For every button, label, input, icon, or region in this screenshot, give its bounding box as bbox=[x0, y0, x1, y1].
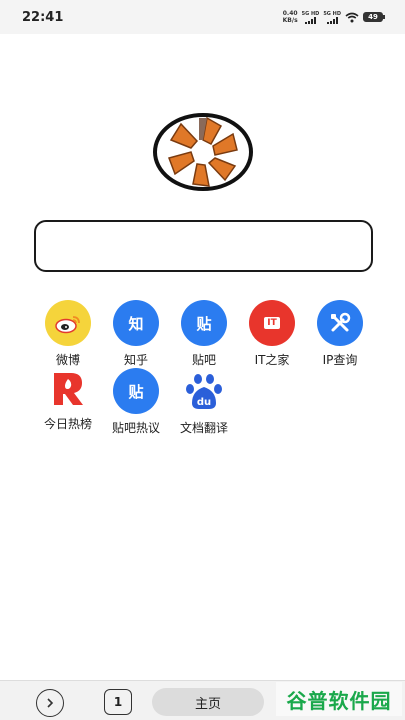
sim1-signal-icon: 5G HD bbox=[302, 11, 319, 24]
baidu-translate-icon: du bbox=[181, 368, 227, 414]
network-speed: 0.40 KB/s bbox=[283, 10, 298, 24]
shortcut-zhihu[interactable]: 知 知乎 bbox=[102, 300, 170, 368]
tabs-button[interactable]: 1 bbox=[104, 689, 132, 715]
shortcut-tieba-hot[interactable]: 贴 贴吧热议 bbox=[102, 368, 170, 436]
shortcut-label: 知乎 bbox=[123, 353, 148, 367]
app-logo bbox=[153, 113, 253, 191]
forward-button[interactable] bbox=[36, 689, 64, 717]
baidu-glyph: du bbox=[197, 397, 211, 408]
shortcut-ip-query[interactable]: IP查询 bbox=[306, 300, 374, 368]
status-icons: 0.40 KB/s 5G HD 5G HD 49 bbox=[283, 10, 385, 24]
shortcut-row: 今日热榜 贴 贴吧热议 du 文档翻译 bbox=[34, 368, 374, 436]
tieba-hot-icon: 贴 bbox=[113, 368, 159, 414]
shortcut-ithome[interactable]: IT IT之家 bbox=[238, 300, 306, 368]
shortcut-label: IT之家 bbox=[254, 353, 290, 367]
zhihu-icon: 知 bbox=[113, 300, 159, 346]
network-speed-unit: KB/s bbox=[282, 17, 298, 24]
weibo-icon bbox=[45, 300, 91, 346]
shortcut-row: 微博 知 知乎 贴 贴吧 IT IT之家 IP查询 bbox=[34, 300, 374, 368]
shortcut-hot-list[interactable]: 今日热榜 bbox=[34, 368, 102, 436]
status-bar: 22:41 0.40 KB/s 5G HD 5G HD 49 bbox=[0, 0, 405, 34]
chevron-right-icon bbox=[47, 698, 54, 708]
shortcut-label: 微博 bbox=[55, 353, 80, 367]
wifi-icon bbox=[345, 12, 359, 22]
network-speed-value: 0.40 bbox=[282, 10, 298, 17]
shortcut-doc-translate[interactable]: du 文档翻译 bbox=[170, 368, 238, 436]
status-time: 22:41 bbox=[22, 9, 64, 25]
shortcut-tieba[interactable]: 贴 贴吧 bbox=[170, 300, 238, 368]
shortcut-weibo[interactable]: 微博 bbox=[34, 300, 102, 368]
shortcut-label: 贴吧热议 bbox=[111, 421, 160, 435]
tieba-icon: 贴 bbox=[181, 300, 227, 346]
shortcut-grid: 微博 知 知乎 贴 贴吧 IT IT之家 IP查询 今日热榜 贴 贴吧热议 du… bbox=[34, 300, 374, 436]
shortcut-label: 贴吧 bbox=[191, 353, 216, 367]
sim2-signal-icon: 5G HD bbox=[323, 11, 341, 24]
ip-tools-icon bbox=[317, 300, 363, 346]
hot-list-icon bbox=[47, 368, 89, 410]
search-input[interactable] bbox=[34, 220, 373, 272]
ithome-glyph: IT bbox=[264, 317, 280, 329]
home-button[interactable]: 主页 bbox=[152, 688, 264, 716]
ithome-icon: IT bbox=[249, 300, 295, 346]
shortcut-label: 今日热榜 bbox=[43, 417, 92, 431]
shortcut-label: 文档翻译 bbox=[179, 421, 228, 435]
battery-icon: 49 bbox=[363, 12, 385, 22]
watermark: 谷普软件园 bbox=[276, 682, 402, 716]
shortcut-label: IP查询 bbox=[322, 353, 358, 367]
